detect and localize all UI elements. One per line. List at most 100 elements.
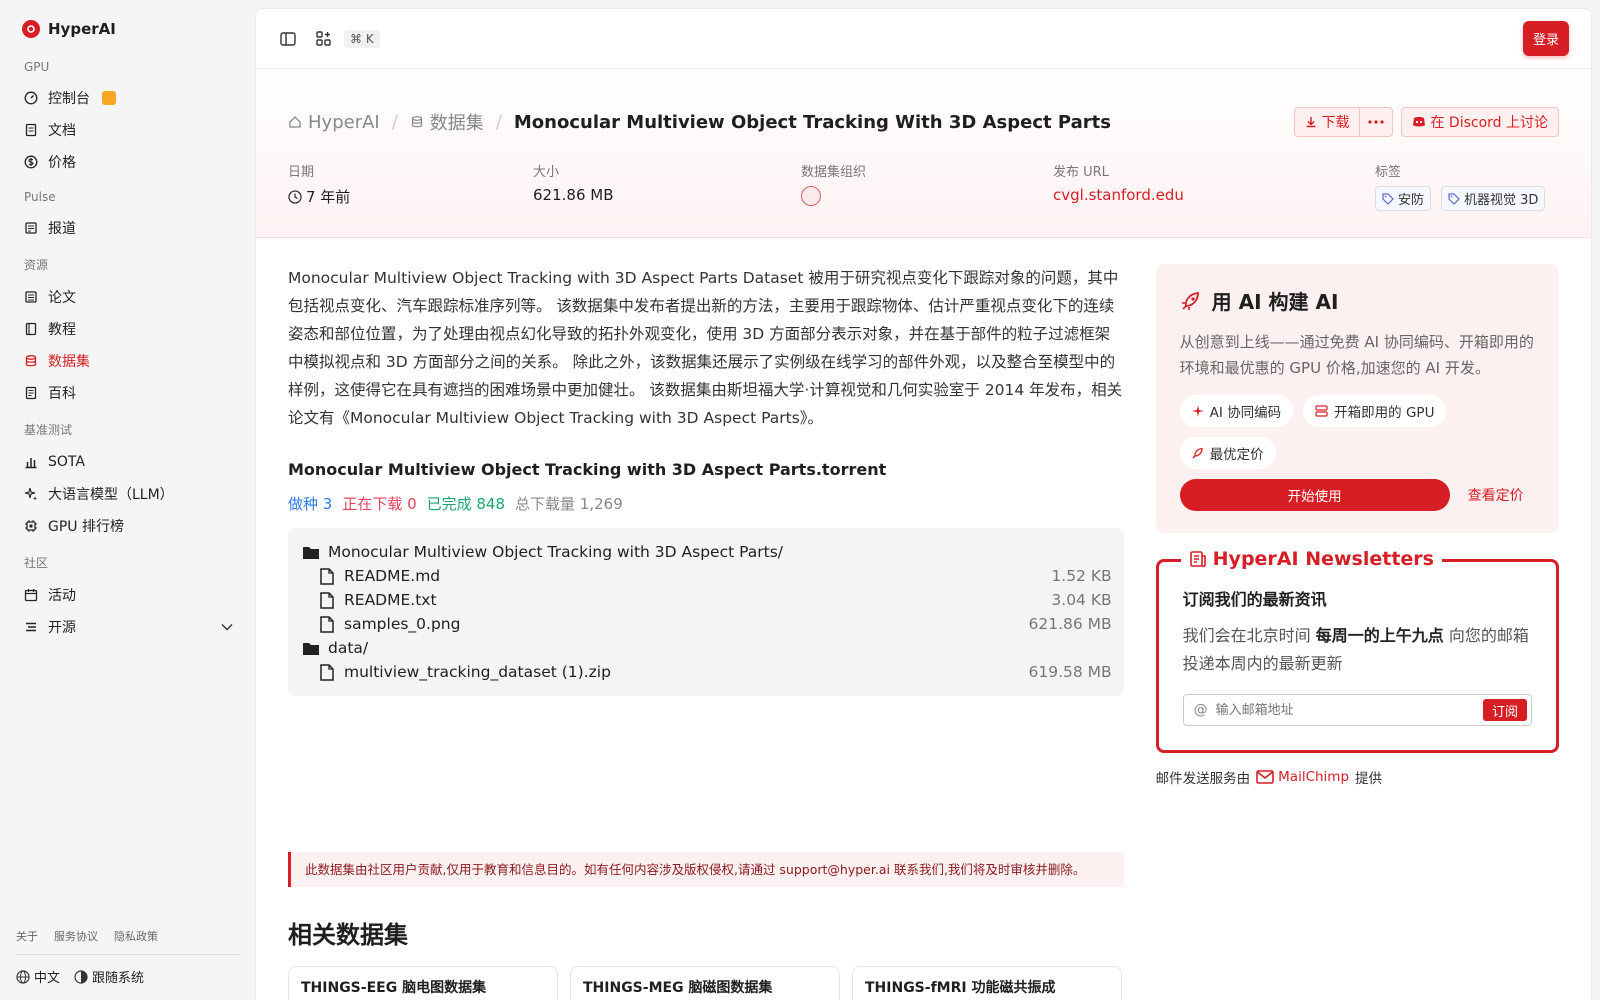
sidebar-item-label: GPU 排行榜 <box>48 519 124 535</box>
start-button[interactable]: 开始使用 <box>1179 479 1450 511</box>
brand-name: HyperAI <box>48 20 116 38</box>
file-name: data/ <box>328 639 369 657</box>
bar-chart-icon <box>24 455 38 469</box>
newsletter-icon <box>1189 551 1206 568</box>
side-column: 用 AI 构建 AI 从创意到上线——通过免费 AI 协同编码、开箱即用的环境和… <box>1155 264 1559 1000</box>
meta-tags: 标签 安防 机器视觉 3D <box>1375 161 1551 211</box>
folder-row[interactable]: Monocular Multiview Object Tracking with… <box>302 540 1112 564</box>
file-row[interactable]: samples_0.png 621.86 MB <box>302 612 1112 636</box>
download-button[interactable]: 下载 <box>1294 107 1361 137</box>
meta-org-label: 数据集组织 <box>801 165 867 180</box>
more-horizontal-icon <box>1368 120 1385 124</box>
brand[interactable]: HyperAI <box>22 20 239 38</box>
file-row[interactable]: multiview_tracking_dataset (1).zip 619.58… <box>302 660 1112 684</box>
sidebar-footer: 关于 服务协议 隐私政策 中文 跟随系统 <box>16 928 239 986</box>
sidebar-item[interactable]: 报道 <box>16 212 239 244</box>
ai-card-title: 用 AI 构建 AI <box>1211 290 1339 314</box>
tag-icon <box>1382 192 1394 205</box>
download-label: 下载 <box>1321 115 1350 131</box>
powered-before: 邮件发送服务由 <box>1155 771 1251 787</box>
related-card[interactable]: THINGS-EEG 脑电图数据集 <box>288 966 558 1000</box>
related-title: 相关数据集 <box>288 921 408 949</box>
view-pricing-link[interactable]: 查看定价 <box>1468 485 1524 505</box>
sidebar-toggle-icon[interactable] <box>278 29 298 49</box>
breadcrumb-separator: / <box>495 111 502 133</box>
chip-label: 开箱即用的 GPU <box>1334 405 1435 421</box>
email-input[interactable] <box>1215 702 1483 718</box>
file-name: Monocular Multiview Object Tracking with… <box>328 543 783 561</box>
apps-icon[interactable] <box>314 29 334 49</box>
footer-settings: 中文 跟随系统 <box>16 967 239 986</box>
file-name: README.txt <box>344 591 437 609</box>
file-row[interactable]: README.md 1.52 KB <box>302 564 1112 588</box>
meta-org: 数据集组织 <box>801 161 1053 211</box>
discord-button[interactable]: 在 Discord 上讨论 <box>1401 107 1559 137</box>
mailchimp-label: MailChimp <box>1278 769 1350 785</box>
mailchimp-link[interactable]: MailChimp <box>1256 769 1349 785</box>
stanford-logo-icon[interactable] <box>801 186 821 206</box>
theme-switch[interactable]: 跟随系统 <box>74 967 144 986</box>
search-shortcut[interactable]: ⌘ K <box>344 29 380 48</box>
breadcrumb-datasets[interactable]: 数据集 <box>430 109 484 135</box>
paper-icon <box>24 290 38 304</box>
database-icon <box>24 354 38 368</box>
breadcrumb-home[interactable]: HyperAI <box>308 112 380 133</box>
chevron-down-icon[interactable] <box>221 619 233 635</box>
meta-tags-label: 标签 <box>1375 165 1402 180</box>
footer-link-terms[interactable]: 服务协议 <box>54 928 98 944</box>
language-label: 中文 <box>34 971 61 986</box>
sidebar-item[interactable]: 大语言模型（LLM） <box>16 478 239 510</box>
sidebar-item[interactable]: 文档 <box>16 114 239 146</box>
sidebar-section-label: GPU <box>24 60 50 74</box>
newsletter-title: 订阅我们的最新资讯 <box>1182 590 1327 609</box>
content: Monocular Multiview Object Tracking with… <box>256 238 1591 1000</box>
folder-row[interactable]: data/ <box>302 636 1112 660</box>
footer-link-privacy[interactable]: 隐私政策 <box>114 928 158 944</box>
feature-chip-pricing: 最优定价 <box>1179 437 1276 469</box>
sidebar-section-label: 基准测试 <box>24 423 73 437</box>
more-options-button[interactable] <box>1360 107 1394 137</box>
database-icon <box>411 116 422 128</box>
related-card[interactable]: THINGS-fMRI 功能磁共振成 <box>852 966 1122 1000</box>
clock-icon <box>288 189 302 204</box>
sidebar-item[interactable]: 活动 <box>16 579 239 611</box>
file-icon <box>318 615 336 633</box>
ai-features: AI 协同编码 开箱即用的 GPU 最优定价 <box>1179 395 1535 469</box>
meta-size-value: 621.86 MB <box>533 186 614 204</box>
sidebar-item[interactable]: SOTA <box>16 446 239 478</box>
file-name: multiview_tracking_dataset (1).zip <box>344 663 611 681</box>
sidebar-item[interactable]: 百科 <box>16 377 239 409</box>
login-button[interactable]: 登录 <box>1522 21 1569 56</box>
file-icon <box>318 567 336 585</box>
sidebar-item[interactable]: GPU 排行榜 <box>16 510 239 542</box>
footer-link-about[interactable]: 关于 <box>16 928 38 944</box>
sidebar-item[interactable]: 数据集 <box>16 345 239 377</box>
sidebar-item[interactable]: 控制台 <box>16 82 239 114</box>
support-email-link[interactable]: support@hyper.ai <box>779 862 890 877</box>
breadcrumb: HyperAI / 数据集 / Monocular Multiview Obje… <box>288 109 1111 135</box>
meta-date-value: 7 年前 <box>306 188 351 206</box>
at-icon: @ <box>1193 702 1208 718</box>
sidebar-item-label: 报道 <box>48 221 76 237</box>
meta-url-link[interactable]: cvgl.stanford.edu <box>1053 186 1375 204</box>
breadcrumb-separator: / <box>391 111 398 133</box>
sidebar-item[interactable]: 论文 <box>16 281 239 313</box>
file-row[interactable]: README.txt 3.04 KB <box>302 588 1112 612</box>
dataset-header: HyperAI / 数据集 / Monocular Multiview Obje… <box>256 69 1591 238</box>
sidebar-item[interactable]: 开源 <box>16 611 239 643</box>
sidebar-item[interactable]: 价格 <box>16 146 239 178</box>
gauge-icon <box>24 91 38 105</box>
related-card[interactable]: THINGS-MEG 脑磁图数据集 <box>570 966 840 1000</box>
server-icon <box>1315 405 1328 417</box>
tag-machine-vision[interactable]: 机器视觉 3D <box>1441 186 1546 211</box>
language-switch[interactable]: 中文 <box>16 967 60 986</box>
header-actions: 下载 在 Discord 上讨论 <box>1294 107 1559 137</box>
footer-links: 关于 服务协议 隐私政策 <box>16 928 239 955</box>
book-icon <box>24 123 38 137</box>
dataset-description: Monocular Multiview Object Tracking with… <box>288 269 1123 427</box>
sparkle-icon <box>24 487 38 501</box>
tag-security[interactable]: 安防 <box>1375 186 1432 211</box>
subscribe-button[interactable]: 订阅 <box>1482 699 1527 721</box>
sidebar-item[interactable]: 教程 <box>16 313 239 345</box>
discord-label: 在 Discord 上讨论 <box>1430 115 1548 131</box>
